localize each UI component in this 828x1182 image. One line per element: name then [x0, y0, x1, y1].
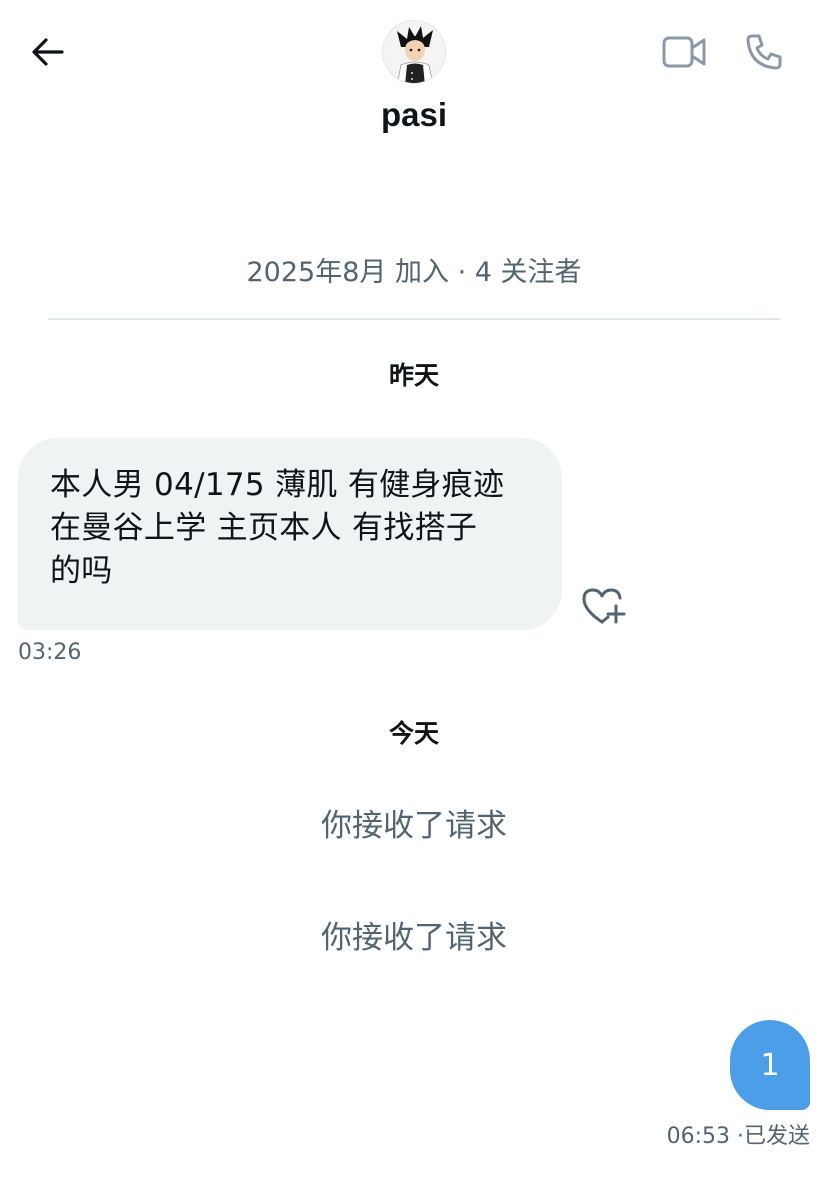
- profile-meta: 2025年8月 加入 · 4 关注者: [0, 250, 828, 289]
- phone-icon: [746, 34, 782, 70]
- followers-count[interactable]: 4 关注者: [475, 257, 582, 288]
- incoming-message-bubble[interactable]: 本人男 04/175 薄肌 有健身痕迹 在曼谷上学 主页本人 有找搭子 的吗: [18, 438, 562, 630]
- voice-call-button[interactable]: [742, 30, 786, 74]
- sent-status: 已发送: [743, 1124, 810, 1149]
- video-camera-icon: [662, 36, 706, 68]
- outgoing-message-bubble[interactable]: 1: [730, 1020, 810, 1110]
- heart-plus-icon: [582, 588, 626, 624]
- divider: [48, 318, 780, 320]
- conversation-username[interactable]: pasi: [0, 96, 828, 134]
- day-separator-today: 今天: [388, 719, 439, 748]
- incoming-message-line: 本人男 04/175 薄肌 有健身痕迹: [50, 467, 505, 503]
- outgoing-message-meta: 06:53 ·已发送: [667, 1118, 810, 1150]
- incoming-message-line: 的吗: [50, 553, 113, 589]
- outgoing-message-text: 1: [760, 1047, 780, 1083]
- day-separator-yesterday: 昨天: [388, 361, 439, 390]
- avatar-image: [383, 21, 445, 83]
- meta-separator: ·: [457, 257, 467, 288]
- joined-date: 2025年8月 加入: [246, 257, 449, 288]
- avatar[interactable]: [382, 20, 446, 84]
- incoming-message-line: 在曼谷上学 主页本人 有找搭子: [50, 510, 478, 546]
- add-reaction-button[interactable]: [580, 584, 626, 628]
- back-button[interactable]: [26, 30, 70, 74]
- arrow-left-icon: [32, 38, 64, 66]
- system-message: 你接收了请求: [321, 920, 507, 956]
- meta-separator: ·: [736, 1124, 744, 1149]
- incoming-message-time: 03:26: [18, 640, 82, 665]
- video-call-button[interactable]: [660, 30, 708, 74]
- outgoing-message-time: 06:53: [666, 1124, 730, 1149]
- system-message: 你接收了请求: [321, 808, 507, 844]
